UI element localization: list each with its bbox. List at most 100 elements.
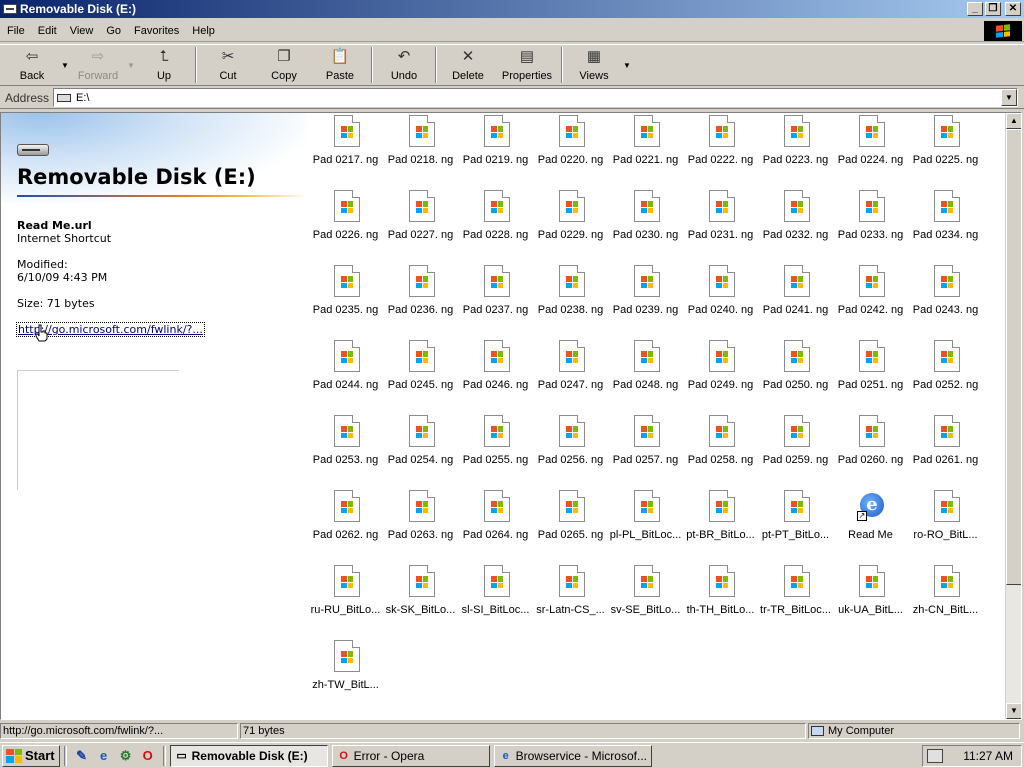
forward-dropdown[interactable]: ▼ xyxy=(126,45,136,85)
opera-icon[interactable]: O xyxy=(139,747,157,765)
file-item[interactable]: zh-TW_BitL... xyxy=(308,640,383,712)
maximize-button[interactable]: ❐ xyxy=(985,2,1001,16)
file-item[interactable]: Pad 0227. ng xyxy=(383,190,458,262)
file-item[interactable]: Pad 0254. ng xyxy=(383,415,458,487)
file-item[interactable]: th-TH_BitLo... xyxy=(683,565,758,637)
start-button[interactable]: Start xyxy=(2,744,60,767)
file-item[interactable]: uk-UA_BitL... xyxy=(833,565,908,637)
file-item[interactable]: Pad 0218. ng xyxy=(383,115,458,187)
file-item[interactable]: Pad 0225. ng xyxy=(908,115,983,187)
file-item[interactable]: tr-TR_BitLoc... xyxy=(758,565,833,637)
scroll-up-button[interactable]: ▲ xyxy=(1006,113,1021,129)
file-item[interactable]: Pad 0247. ng xyxy=(533,340,608,412)
file-item[interactable]: e ↗ Read Me xyxy=(833,490,908,562)
file-item[interactable]: Pad 0256. ng xyxy=(533,415,608,487)
file-item[interactable]: Pad 0229. ng xyxy=(533,190,608,262)
file-item[interactable]: Pad 0242. ng xyxy=(833,265,908,337)
file-item[interactable]: sk-SK_BitLo... xyxy=(383,565,458,637)
paste-button[interactable]: 📋 Paste xyxy=(312,45,368,85)
file-item[interactable]: Pad 0248. ng xyxy=(608,340,683,412)
file-item[interactable]: Pad 0241. ng xyxy=(758,265,833,337)
file-item[interactable]: Pad 0233. ng xyxy=(833,190,908,262)
vertical-scrollbar[interactable]: ▲ ▼ xyxy=(1005,113,1021,719)
show-desktop-icon[interactable]: ✎ xyxy=(73,747,91,765)
file-item[interactable]: pl-PL_BitLoc... xyxy=(608,490,683,562)
file-item[interactable]: Pad 0246. ng xyxy=(458,340,533,412)
file-item[interactable]: Pad 0255. ng xyxy=(458,415,533,487)
internet-explorer-icon[interactable]: e xyxy=(95,747,113,765)
file-item[interactable]: Pad 0220. ng xyxy=(533,115,608,187)
file-item[interactable]: Pad 0239. ng xyxy=(608,265,683,337)
file-item[interactable]: Pad 0224. ng xyxy=(833,115,908,187)
network-tray-icon[interactable] xyxy=(927,749,943,763)
menu-view[interactable]: View xyxy=(63,25,100,37)
network-icon[interactable]: ⚙ xyxy=(117,747,135,765)
file-item[interactable]: zh-CN_BitL... xyxy=(908,565,983,637)
file-item[interactable]: Pad 0243. ng xyxy=(908,265,983,337)
views-dropdown[interactable]: ▼ xyxy=(622,45,632,85)
clock[interactable]: 11:27 AM xyxy=(963,749,1013,763)
back-dropdown[interactable]: ▼ xyxy=(60,45,70,85)
file-item[interactable]: Pad 0257. ng xyxy=(608,415,683,487)
file-item[interactable]: Pad 0240. ng xyxy=(683,265,758,337)
file-item[interactable]: Pad 0249. ng xyxy=(683,340,758,412)
back-button[interactable]: ⇦ Back xyxy=(4,45,60,85)
scroll-thumb[interactable] xyxy=(1006,129,1021,585)
file-item[interactable]: Pad 0264. ng xyxy=(458,490,533,562)
file-item[interactable]: Pad 0235. ng xyxy=(308,265,383,337)
file-item[interactable]: Pad 0259. ng xyxy=(758,415,833,487)
properties-button[interactable]: ▤ Properties xyxy=(496,45,558,85)
file-item[interactable]: Pad 0253. ng xyxy=(308,415,383,487)
file-item[interactable]: ru-RU_BitLo... xyxy=(308,565,383,637)
file-item[interactable]: sl-SI_BitLoc... xyxy=(458,565,533,637)
file-item[interactable]: Pad 0238. ng xyxy=(533,265,608,337)
file-item[interactable]: Pad 0252. ng xyxy=(908,340,983,412)
file-item[interactable]: Pad 0222. ng xyxy=(683,115,758,187)
views-button[interactable]: ▦ Views xyxy=(566,45,622,85)
copy-button[interactable]: ❐ Copy xyxy=(256,45,312,85)
task-opera-error[interactable]: O Error - Opera xyxy=(331,744,490,767)
file-item[interactable]: Pad 0232. ng xyxy=(758,190,833,262)
file-item[interactable]: pt-PT_BitLo... xyxy=(758,490,833,562)
minimize-button[interactable]: _ xyxy=(967,2,983,16)
address-dropdown-button[interactable]: ▼ xyxy=(1001,89,1017,106)
close-button[interactable]: ✕ xyxy=(1005,2,1021,16)
file-item[interactable]: Pad 0231. ng xyxy=(683,190,758,262)
address-field[interactable]: E:\ ▼ xyxy=(53,88,1018,107)
forward-button[interactable]: ⇨ Forward xyxy=(70,45,126,85)
undo-button[interactable]: ↶ Undo xyxy=(376,45,432,85)
menu-file[interactable]: File xyxy=(0,25,31,37)
file-item[interactable]: Pad 0223. ng xyxy=(758,115,833,187)
up-button[interactable]: ⮤ Up xyxy=(136,45,192,85)
menu-help[interactable]: Help xyxy=(185,25,221,37)
file-item[interactable]: Pad 0228. ng xyxy=(458,190,533,262)
scroll-down-button[interactable]: ▼ xyxy=(1006,703,1021,719)
task-removable-disk[interactable]: ▭ Removable Disk (E:) xyxy=(169,744,328,767)
menu-go[interactable]: Go xyxy=(99,25,127,37)
file-item[interactable]: Pad 0221. ng xyxy=(608,115,683,187)
file-item[interactable]: Pad 0261. ng xyxy=(908,415,983,487)
file-item[interactable]: Pad 0250. ng xyxy=(758,340,833,412)
file-item[interactable]: Pad 0265. ng xyxy=(533,490,608,562)
cut-button[interactable]: ✂ Cut xyxy=(200,45,256,85)
file-item[interactable]: Pad 0245. ng xyxy=(383,340,458,412)
file-item[interactable]: Pad 0263. ng xyxy=(383,490,458,562)
menu-edit[interactable]: Edit xyxy=(31,25,63,37)
file-item[interactable]: Pad 0237. ng xyxy=(458,265,533,337)
file-item[interactable]: sv-SE_BitLo... xyxy=(608,565,683,637)
file-item[interactable]: Pad 0226. ng xyxy=(308,190,383,262)
file-item[interactable]: Pad 0258. ng xyxy=(683,415,758,487)
file-item[interactable]: Pad 0260. ng xyxy=(833,415,908,487)
file-item[interactable]: Pad 0244. ng xyxy=(308,340,383,412)
file-item[interactable]: Pad 0251. ng xyxy=(833,340,908,412)
task-browservice[interactable]: e Browservice - Microsof... xyxy=(493,744,652,767)
file-item[interactable]: Pad 0234. ng xyxy=(908,190,983,262)
delete-button[interactable]: ✕ Delete xyxy=(440,45,496,85)
file-item[interactable]: Pad 0219. ng xyxy=(458,115,533,187)
menu-favorites[interactable]: Favorites xyxy=(127,25,185,37)
file-item[interactable]: Pad 0230. ng xyxy=(608,190,683,262)
file-item[interactable]: Pad 0217. ng xyxy=(308,115,383,187)
file-item[interactable]: pt-BR_BitLo... xyxy=(683,490,758,562)
drive-icon[interactable] xyxy=(3,4,17,14)
file-item[interactable]: Pad 0236. ng xyxy=(383,265,458,337)
